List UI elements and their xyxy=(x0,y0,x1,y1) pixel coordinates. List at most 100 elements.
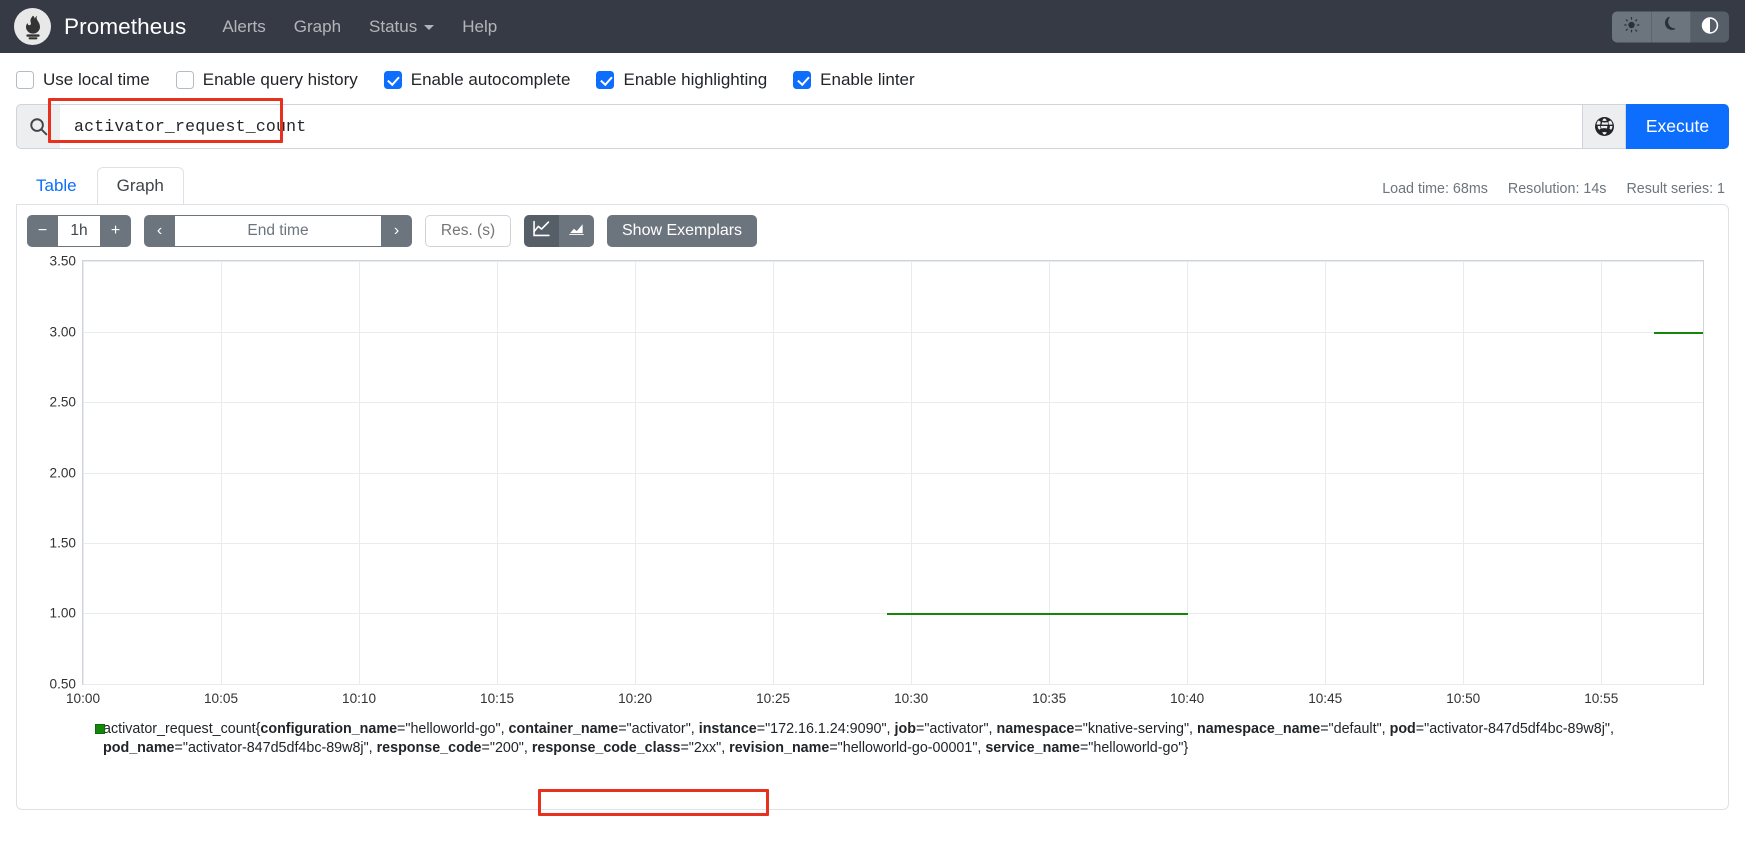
end-time-group: ‹ End time › xyxy=(144,215,412,247)
legend-key: response_code xyxy=(377,740,482,756)
nav-alerts-label: Alerts xyxy=(222,17,265,37)
gridline-h: 3.50 xyxy=(83,261,1703,262)
theme-dark-button[interactable] xyxy=(1651,11,1690,42)
resolution-input[interactable] xyxy=(425,215,511,247)
enable-linter-label: Enable linter xyxy=(820,70,915,90)
use-local-time-checkbox[interactable] xyxy=(16,71,34,89)
gridline-v: 10:30 xyxy=(911,261,912,684)
y-tick-label: 1.00 xyxy=(50,606,76,621)
nav-help-label: Help xyxy=(462,17,497,37)
legend-value: activator xyxy=(929,721,983,737)
execute-button[interactable]: Execute xyxy=(1626,104,1729,149)
theme-auto-button[interactable] xyxy=(1690,11,1729,42)
legend-key: job xyxy=(895,721,916,737)
use-local-time-label: Use local time xyxy=(43,70,150,90)
legend-key: namespace xyxy=(996,721,1074,737)
area-chart-icon xyxy=(568,220,585,242)
x-tick-label: 10:30 xyxy=(894,691,928,706)
nav-status[interactable]: Status xyxy=(355,11,448,43)
y-tick-label: 1.50 xyxy=(50,536,76,551)
x-tick-label: 10:10 xyxy=(342,691,376,706)
query-row: Execute xyxy=(0,104,1745,149)
option-enable-highlighting[interactable]: Enable highlighting xyxy=(596,70,767,90)
top-navbar: Prometheus Alerts Graph Status Help xyxy=(0,0,1745,53)
graph-chart[interactable]: 3.50 3.00 2.50 2.00 1.50 1.00 0.50 10:00… xyxy=(29,260,1716,720)
gridline-v: 10:40 xyxy=(1187,261,1188,684)
graph-panel: − 1h + ‹ End time › xyxy=(16,204,1729,810)
nav-alerts[interactable]: Alerts xyxy=(208,11,279,43)
next-time-button[interactable]: › xyxy=(381,215,412,247)
previous-time-button[interactable]: ‹ xyxy=(144,215,175,247)
show-exemplars-label: Show Exemplars xyxy=(622,222,742,239)
increase-range-button[interactable]: + xyxy=(100,215,131,247)
gridline-h: 2.00 xyxy=(83,473,1703,474)
moon-icon xyxy=(1663,17,1680,37)
y-tick-label: 0.50 xyxy=(50,677,76,692)
load-time: Load time: 68ms xyxy=(1382,181,1488,197)
metrics-explorer-icon[interactable] xyxy=(1582,104,1626,149)
y-tick-label: 3.50 xyxy=(50,254,76,269)
range-value-label: 1h xyxy=(70,222,87,240)
end-time-input[interactable]: End time xyxy=(175,215,381,247)
enable-query-history-checkbox[interactable] xyxy=(176,71,194,89)
query-options-row: Use local time Enable query history Enab… xyxy=(0,53,1745,103)
legend-value: 2xx xyxy=(694,740,716,756)
query-input[interactable] xyxy=(60,104,1582,149)
legend-key: service_name xyxy=(985,740,1080,756)
y-tick-label: 3.00 xyxy=(50,324,76,339)
option-use-local-time[interactable]: Use local time xyxy=(16,70,150,90)
legend-key: response_code_class xyxy=(532,740,681,756)
tab-graph[interactable]: Graph xyxy=(97,167,184,205)
decrease-range-button[interactable]: − xyxy=(27,215,58,247)
search-icon xyxy=(16,104,60,149)
option-enable-linter[interactable]: Enable linter xyxy=(793,70,915,90)
series-segment xyxy=(887,613,1188,615)
graph-legend: activator_request_count{configuration_na… xyxy=(17,720,1728,758)
gridline-v: 10:20 xyxy=(635,261,636,684)
series-segment xyxy=(1654,332,1703,334)
graph-toolbar: − 1h + ‹ End time › xyxy=(17,205,1728,247)
tab-graph-label: Graph xyxy=(117,176,164,195)
gridline-v: 10:00 xyxy=(83,261,84,684)
brand[interactable]: Prometheus xyxy=(14,8,186,45)
enable-highlighting-label: Enable highlighting xyxy=(623,70,767,90)
tab-table-label: Table xyxy=(36,176,77,195)
decrease-range-label: − xyxy=(38,222,47,240)
legend-key: namespace_name xyxy=(1197,721,1320,737)
x-tick-label: 10:45 xyxy=(1308,691,1342,706)
plot-area[interactable]: 3.50 3.00 2.50 2.00 1.50 1.00 0.50 10:00… xyxy=(82,260,1704,685)
nav-links: Alerts Graph Status Help xyxy=(208,11,511,43)
query-status-line: Load time: 68ms Resolution: 14s Result s… xyxy=(1382,181,1725,197)
option-enable-query-history[interactable]: Enable query history xyxy=(176,70,358,90)
tab-table[interactable]: Table xyxy=(16,167,97,205)
legend-value: activator-847d5df4bc-89w8j xyxy=(1429,721,1605,737)
end-time-placeholder: End time xyxy=(247,222,308,240)
enable-linter-checkbox[interactable] xyxy=(793,71,811,89)
enable-autocomplete-label: Enable autocomplete xyxy=(411,70,571,90)
legend-key: pod xyxy=(1390,721,1416,737)
enable-autocomplete-checkbox[interactable] xyxy=(384,71,402,89)
theme-light-button[interactable] xyxy=(1612,11,1651,42)
chart-type-line-button[interactable] xyxy=(524,215,559,247)
x-tick-label: 10:00 xyxy=(66,691,100,706)
gridline-v: 10:45 xyxy=(1325,261,1326,684)
show-exemplars-button[interactable]: Show Exemplars xyxy=(607,215,757,247)
gridline-h: 3.00 xyxy=(83,332,1703,333)
x-tick-label: 10:05 xyxy=(204,691,238,706)
chevron-down-icon xyxy=(424,25,434,30)
nav-help[interactable]: Help xyxy=(448,11,511,43)
x-tick-label: 10:55 xyxy=(1584,691,1618,706)
range-value[interactable]: 1h xyxy=(58,215,100,247)
enable-highlighting-checkbox[interactable] xyxy=(596,71,614,89)
result-series: Result series: 1 xyxy=(1626,181,1725,197)
legend-revision-name: revision_name="helloworld-go-00001" xyxy=(729,740,977,756)
result-tabs: Table Graph Load time: 68ms Resolution: … xyxy=(0,166,1745,204)
legend-color-swatch[interactable] xyxy=(95,724,105,734)
x-tick-label: 10:50 xyxy=(1446,691,1480,706)
legend-series-label[interactable]: activator_request_count{configuration_na… xyxy=(103,720,1706,758)
option-enable-autocomplete[interactable]: Enable autocomplete xyxy=(384,70,571,90)
nav-graph[interactable]: Graph xyxy=(280,11,355,43)
chart-type-stacked-button[interactable] xyxy=(559,215,594,247)
enable-query-history-label: Enable query history xyxy=(203,70,358,90)
legend-metric-name: activator_request_count xyxy=(103,721,256,737)
